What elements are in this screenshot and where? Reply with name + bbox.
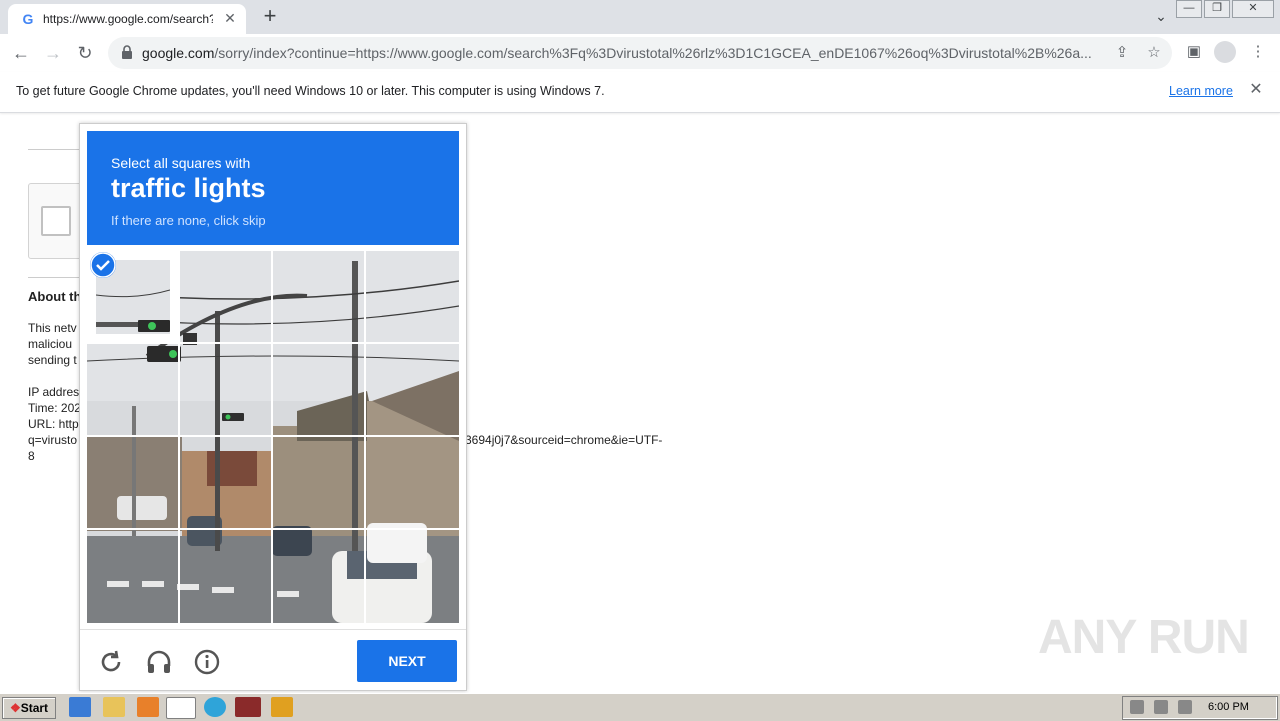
tab-strip: G https://www.google.com/search?q= ✕ + ⌄… — [0, 0, 1280, 34]
recaptcha-checkbox[interactable] — [41, 206, 71, 236]
grid-tile-3[interactable] — [273, 251, 365, 343]
app-icon[interactable] — [271, 697, 293, 717]
para-line: This netv — [28, 321, 77, 335]
recaptcha-challenge: Select all squares with traffic lights I… — [79, 123, 467, 691]
tile-selected-check-icon — [90, 252, 116, 278]
info-icon[interactable] — [193, 648, 221, 676]
grid-tile-1[interactable] — [87, 251, 179, 343]
para-line: sending t — [28, 353, 77, 367]
grid-tile-16[interactable] — [366, 530, 458, 622]
grid-tile-4[interactable] — [366, 251, 458, 343]
challenge-instruction: Select all squares with — [111, 155, 251, 171]
window-controls: — ❐ ✕ — [1176, 0, 1274, 18]
profile-avatar-icon[interactable] — [1214, 41, 1236, 63]
para-line: q=virusto — [28, 433, 78, 447]
address-bar[interactable]: google.com/sorry/index?continue=https://… — [108, 37, 1172, 69]
grid-tile-9[interactable] — [87, 437, 179, 529]
restore-button[interactable]: ❐ — [1204, 0, 1230, 18]
para-line: IP addres — [28, 385, 80, 399]
anyrun-watermark: ANY RUN — [1038, 611, 1250, 664]
grid-tile-8[interactable] — [366, 344, 458, 436]
url-tail-text: 3694j0j7&sourceid=chrome&ie=UTF- — [465, 433, 663, 447]
para-line: 8 — [28, 449, 35, 463]
challenge-target: traffic lights — [111, 173, 266, 203]
windows-taskbar: ❖Start 6:00 PM — [0, 693, 1280, 721]
side-panel-icon[interactable]: ▣ — [1183, 41, 1205, 63]
windows-logo-icon: ❖ — [9, 701, 21, 715]
bookmark-star-icon[interactable]: ☆ — [1144, 43, 1164, 63]
minimize-button[interactable]: — — [1176, 0, 1202, 18]
winrar-icon[interactable] — [235, 697, 261, 717]
audio-challenge-headphones-icon[interactable] — [145, 648, 173, 676]
learn-more-link[interactable]: Learn more — [1169, 84, 1233, 98]
edge-icon[interactable] — [204, 697, 226, 717]
grid-tile-11[interactable] — [273, 437, 365, 529]
action-center-flag-icon[interactable] — [1178, 700, 1192, 714]
para-line: Time: 202 — [28, 401, 81, 415]
browser-toolbar: ← → ↻ google.com/sorry/index?continue=ht… — [0, 34, 1280, 73]
about-heading: About th — [28, 289, 82, 304]
grid-tile-13[interactable] — [87, 530, 179, 622]
grid-tile-10[interactable] — [180, 437, 272, 529]
challenge-header: Select all squares with traffic lights I… — [87, 131, 459, 245]
reload-button[interactable]: ↻ — [72, 40, 98, 66]
grid-tile-6[interactable] — [180, 344, 272, 436]
image-grid — [87, 251, 459, 623]
tab-title: https://www.google.com/search?q= — [43, 12, 213, 26]
back-button[interactable]: ← — [8, 40, 34, 66]
taskbar-clock[interactable]: 6:00 PM — [1208, 701, 1249, 713]
volume-icon[interactable] — [1130, 700, 1144, 714]
media-player-icon[interactable] — [137, 697, 159, 717]
window-close-button[interactable]: ✕ — [1232, 0, 1274, 18]
grid-tile-5[interactable] — [87, 344, 179, 436]
infobar-message: To get future Google Chrome updates, you… — [16, 84, 605, 98]
system-tray — [1122, 696, 1278, 720]
grid-tile-7[interactable] — [273, 344, 365, 436]
grid-tile-12[interactable] — [366, 437, 458, 529]
chrome-taskbar-icon[interactable] — [166, 697, 196, 719]
url-text[interactable]: google.com/sorry/index?continue=https://… — [142, 45, 1102, 61]
new-tab-button[interactable]: + — [258, 5, 282, 29]
infobar-close-icon[interactable]: ✕ — [1248, 81, 1264, 99]
grid-tile-15[interactable] — [273, 530, 365, 622]
forward-button[interactable]: → — [40, 40, 66, 66]
network-icon[interactable] — [1154, 700, 1168, 714]
grid-tile-14[interactable] — [180, 530, 272, 622]
menu-kebab-icon[interactable]: ⋮ — [1247, 41, 1269, 63]
para-line: maliciou — [28, 337, 73, 351]
para-line: URL: http — [28, 417, 79, 431]
internet-explorer-icon[interactable] — [69, 697, 91, 717]
tab-close-icon[interactable]: ✕ — [222, 10, 238, 26]
grid-tile-2[interactable] — [180, 251, 272, 343]
start-button[interactable]: ❖Start — [2, 697, 56, 719]
explorer-folder-icon[interactable] — [103, 697, 125, 717]
challenge-hint: If there are none, click skip — [111, 213, 266, 228]
reload-challenge-icon[interactable] — [97, 648, 125, 676]
google-favicon-icon: G — [22, 11, 34, 27]
lock-icon[interactable] — [120, 45, 134, 59]
update-infobar: To get future Google Chrome updates, you… — [0, 72, 1280, 113]
tab-search-chevron-icon[interactable]: ⌄ — [1152, 8, 1170, 26]
challenge-footer: NEXT — [80, 629, 466, 691]
share-icon[interactable]: ⇪ — [1112, 43, 1132, 63]
browser-tab[interactable]: G https://www.google.com/search?q= ✕ — [8, 4, 246, 34]
next-button[interactable]: NEXT — [357, 640, 457, 682]
